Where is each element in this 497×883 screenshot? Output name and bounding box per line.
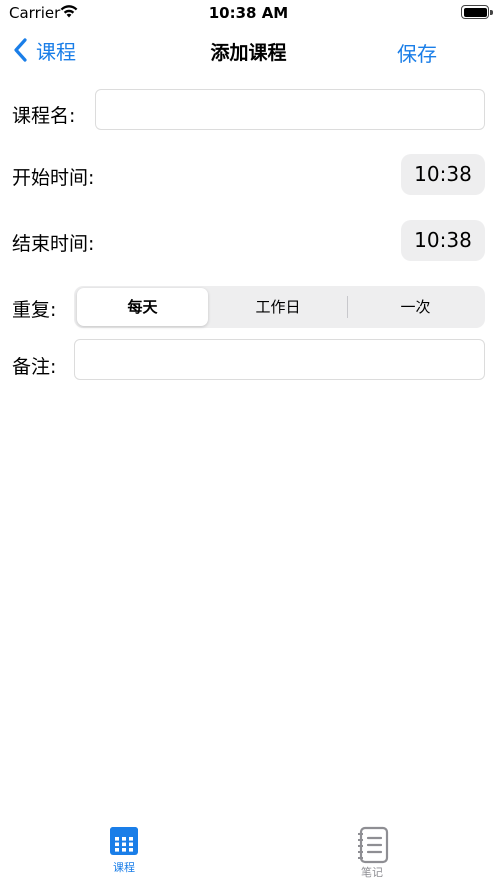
- calendar-grid-icon: [110, 827, 138, 855]
- start-time-label: 开始时间:: [12, 167, 95, 189]
- tab-notes-label: 笔记: [361, 866, 383, 879]
- notes-input[interactable]: [74, 339, 485, 380]
- tab-courses-label: 课程: [113, 861, 135, 874]
- chevron-left-icon: [14, 38, 27, 62]
- navigation-bar: 课程 添加课程 保存: [0, 26, 497, 74]
- course-name-input[interactable]: [95, 89, 485, 130]
- segment-weekdays[interactable]: 工作日: [210, 288, 346, 326]
- course-name-label: 课程名:: [12, 105, 76, 127]
- battery-icon: [461, 5, 489, 19]
- status-clock: 10:38 AM: [208, 4, 289, 22]
- notebook-icon: [358, 826, 389, 864]
- status-bar: Carrier 10:38 AM: [0, 0, 497, 26]
- tab-notes[interactable]: 笔记: [342, 826, 402, 880]
- battery-fill: [463, 7, 487, 17]
- repeat-label: 重复:: [12, 299, 57, 321]
- back-button-label: 课程: [36, 39, 76, 64]
- start-time-picker[interactable]: 10:38: [401, 154, 485, 195]
- end-time-picker[interactable]: 10:38: [401, 220, 485, 261]
- end-time-label: 结束时间:: [12, 233, 95, 255]
- tab-bar: 课程 笔记: [0, 818, 497, 883]
- back-button[interactable]: 课程: [12, 36, 76, 64]
- segment-daily[interactable]: 每天: [77, 288, 208, 326]
- battery-cap: [490, 10, 493, 15]
- tab-courses[interactable]: 课程: [94, 826, 154, 875]
- save-button[interactable]: 保存: [397, 38, 437, 67]
- repeat-segmented-control: 每天 工作日 一次: [74, 286, 485, 328]
- notes-label: 备注:: [12, 356, 57, 378]
- segment-once[interactable]: 一次: [348, 288, 483, 326]
